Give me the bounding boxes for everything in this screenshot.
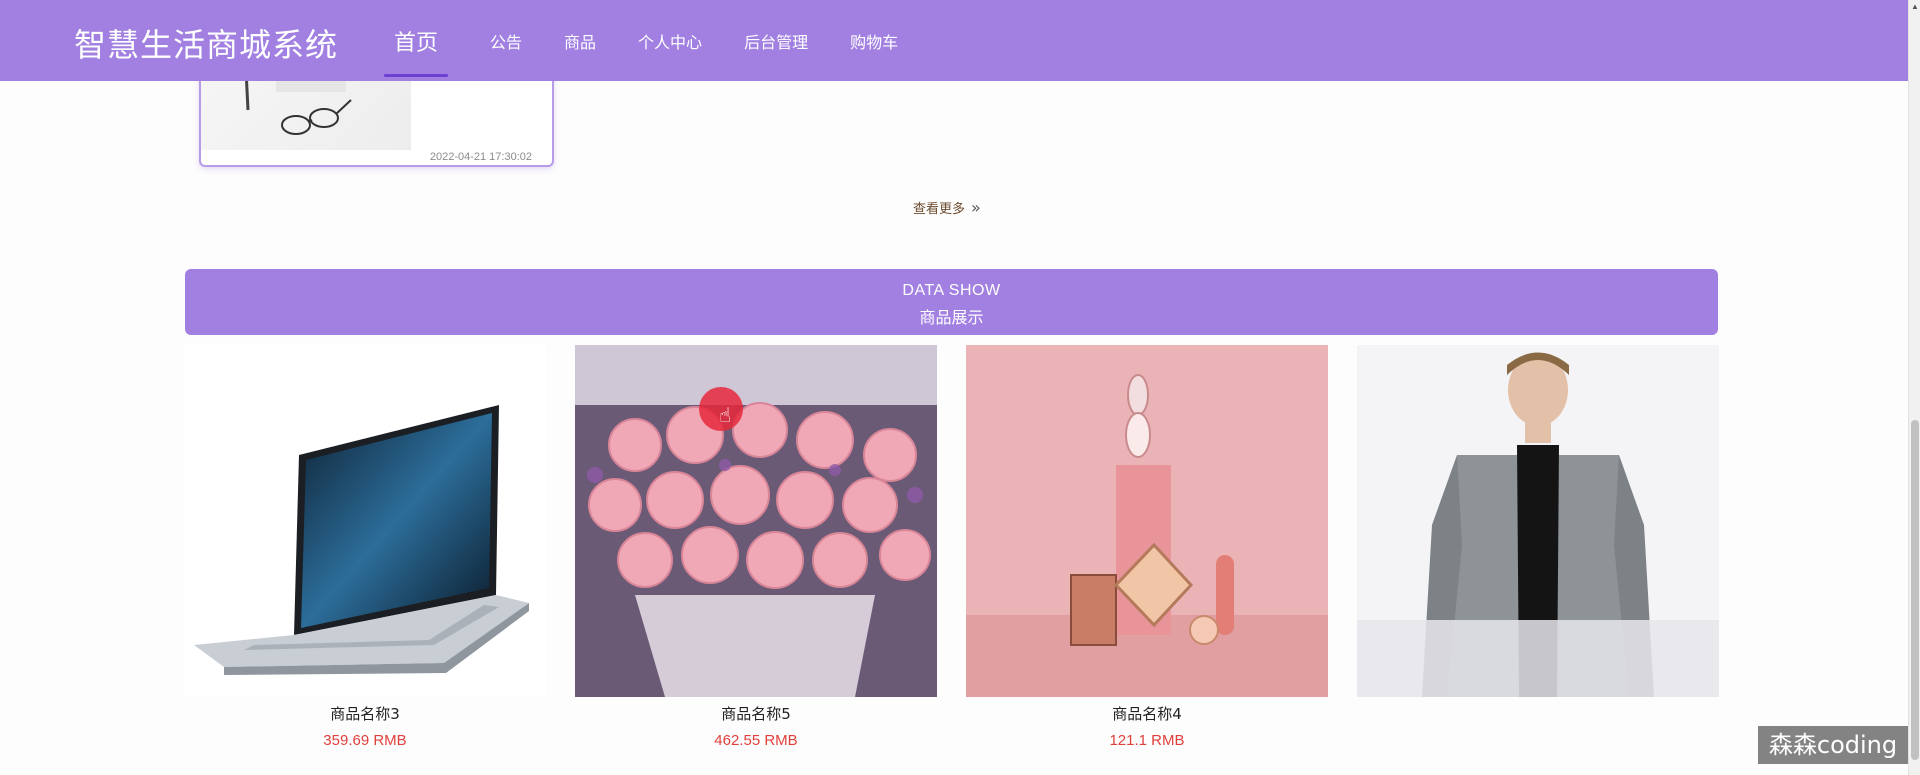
product-image-jacket[interactable]: [1357, 345, 1719, 697]
product-image-roses[interactable]: [575, 345, 937, 697]
hand-pointer-icon: ☝: [719, 405, 732, 427]
glasses-pen-illustration: [243, 70, 352, 135]
news-card-timestamp: 2022-04-21 17:30:02: [429, 151, 532, 163]
double-chevron-right-icon: »: [971, 198, 981, 217]
nav-item-home[interactable]: 首页: [384, 0, 449, 81]
product-name[interactable]: 商品名称4: [966, 703, 1328, 724]
nav-item-admin[interactable]: 后台管理: [744, 0, 808, 81]
product-card[interactable]: 商品名称4 121.1 RMB: [966, 345, 1328, 749]
site-brand[interactable]: 智慧生活商城系统: [74, 20, 338, 66]
section-header: DATA SHOW 商品展示: [185, 269, 1718, 335]
main-nav: 首页 公告 商品 个人中心 后台管理 购物车: [384, 0, 940, 81]
product-price: 462.55 RMB: [714, 732, 798, 749]
section-title-cn: 商品展示: [919, 308, 984, 327]
product-card[interactable]: 商品名称3 359.69 RMB: [184, 345, 546, 749]
view-more-label: 查看更多: [913, 202, 966, 217]
watermark: 森森coding: [1758, 726, 1908, 764]
nav-item-products[interactable]: 商品: [564, 0, 596, 81]
nav-item-cart[interactable]: 购物车: [850, 0, 898, 81]
product-name[interactable]: 商品名称5: [575, 703, 937, 724]
product-image-cosmetics[interactable]: [966, 345, 1328, 697]
product-image-laptop[interactable]: [184, 345, 546, 697]
view-more-link[interactable]: 查看更多 »: [913, 198, 981, 217]
product-price: 359.69 RMB: [323, 732, 407, 749]
nav-item-personal-center[interactable]: 个人中心: [638, 0, 702, 81]
blurred-overlay: [1357, 620, 1719, 697]
product-name[interactable]: 商品名称3: [184, 703, 546, 724]
top-navbar: 智慧生活商城系统 首页 公告 商品 个人中心 后台管理 购物车: [0, 0, 1908, 81]
section-title-en: DATA SHOW: [902, 282, 1001, 299]
scrollbar-thumb[interactable]: [1911, 420, 1919, 760]
nav-item-announcement[interactable]: 公告: [490, 0, 522, 81]
product-price: 121.1 RMB: [1109, 732, 1185, 749]
click-cursor-marker: ☝: [699, 387, 743, 431]
product-card[interactable]: 商品名称5 462.55 RMB: [575, 345, 937, 749]
product-card[interactable]: [1357, 345, 1719, 745]
scroll-up-arrow-icon[interactable]: ▲: [1911, 2, 1919, 11]
page-scrollbar[interactable]: ▲: [1908, 0, 1920, 775]
